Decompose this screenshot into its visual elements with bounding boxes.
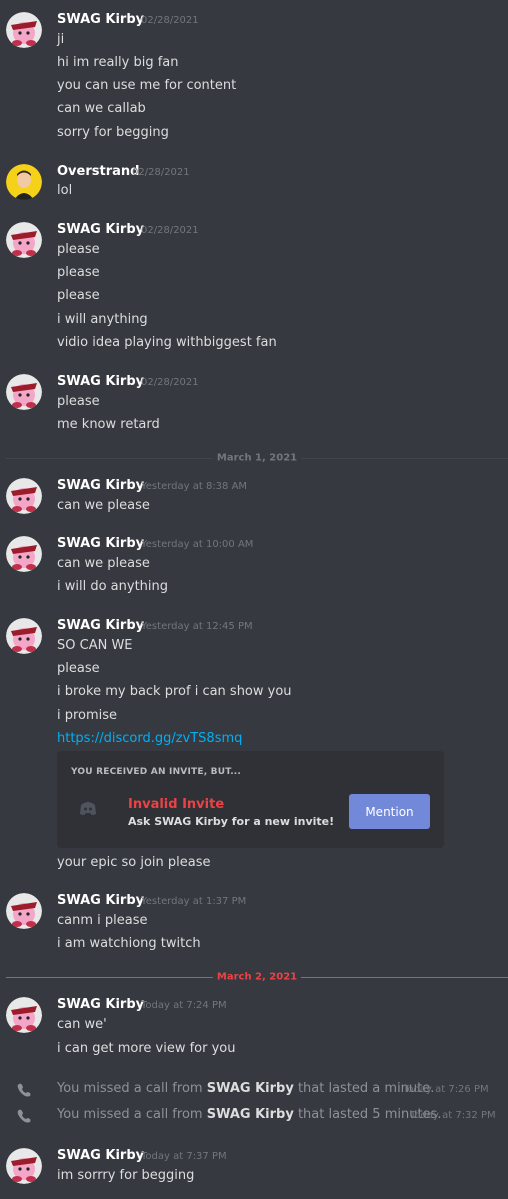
invite-title: Invalid Invite — [128, 797, 225, 812]
message-text: im sorrry for begging — [57, 1168, 195, 1183]
message-text: you can use me for content — [57, 78, 237, 93]
message-text: please — [57, 265, 100, 280]
timestamp: Yesterday at 8:38 AM — [141, 481, 248, 492]
message-text: lol — [57, 183, 73, 198]
invite-embed: YOU RECEIVED AN INVITE, BUT... Invalid I… — [57, 751, 444, 848]
new-messages-divider: March 2, 2021 — [6, 971, 508, 983]
message-text: i can get more view for you — [57, 1041, 236, 1056]
kirby-avatar-icon[interactable] — [6, 536, 42, 572]
message-text: can we please — [57, 498, 150, 513]
timestamp: Today at 7:37 PM — [141, 1151, 227, 1162]
kirby-avatar-icon[interactable] — [6, 997, 42, 1033]
message-text: please — [57, 242, 100, 257]
username[interactable]: SWAG Kirby — [57, 997, 144, 1012]
message-text: SO CAN WE — [57, 638, 133, 653]
message-text: please — [57, 394, 100, 409]
timestamp: Today at 7:32 PM — [410, 1110, 496, 1121]
username[interactable]: Overstrand — [57, 164, 139, 179]
message-text: hi im really big fan — [57, 55, 179, 70]
kirby-avatar-icon[interactable] — [6, 222, 42, 258]
date-divider-label: March 2, 2021 — [212, 971, 302, 983]
call-text: You missed a call from SWAG Kirby that l… — [57, 1107, 442, 1122]
invite-subtitle: Ask SWAG Kirby for a new invite! — [128, 815, 335, 828]
message-text: canm i please — [57, 913, 148, 928]
timestamp: 02/28/2021 — [141, 377, 199, 388]
message-text: please — [57, 288, 100, 303]
message-text: i broke my back prof i can show you — [57, 684, 292, 699]
kirby-avatar-icon[interactable] — [6, 374, 42, 410]
call-username[interactable]: SWAG Kirby — [207, 1081, 294, 1096]
message-text: can we callab — [57, 101, 146, 116]
message-text: i will anything — [57, 312, 148, 327]
timestamp: Yesterday at 1:37 PM — [141, 896, 247, 907]
message-text: i am watchiong twitch — [57, 936, 201, 951]
overstrand-avatar-icon[interactable] — [6, 164, 42, 200]
message-text: vidio idea playing withbiggest fan — [57, 335, 277, 350]
message-text: can we' — [57, 1017, 107, 1032]
kirby-avatar-icon[interactable] — [6, 893, 42, 929]
call-text: You missed a call from SWAG Kirby that l… — [57, 1081, 435, 1096]
timestamp: Yesterday at 10:00 AM — [141, 539, 254, 550]
kirby-avatar-icon[interactable] — [6, 478, 42, 514]
message-text: i promise — [57, 708, 118, 723]
date-divider-label: March 1, 2021 — [212, 452, 302, 464]
kirby-avatar-icon[interactable] — [6, 618, 42, 654]
username[interactable]: SWAG Kirby — [57, 618, 144, 633]
message-text: can we please — [57, 556, 150, 571]
date-divider: March 1, 2021 — [6, 452, 508, 464]
username[interactable]: SWAG Kirby — [57, 478, 144, 493]
timestamp: Yesterday at 12:45 PM — [141, 621, 253, 632]
discord-grey-icon — [77, 797, 99, 819]
mention-button[interactable]: Mention — [349, 794, 430, 829]
message-text: ji — [57, 32, 65, 47]
username[interactable]: SWAG Kirby — [57, 222, 144, 237]
username[interactable]: SWAG Kirby — [57, 12, 144, 27]
message-text: me know retard — [57, 417, 160, 432]
message-text: i will do anything — [57, 579, 169, 594]
timestamp: 02/28/2021 — [132, 167, 190, 178]
username[interactable]: SWAG Kirby — [57, 374, 144, 389]
username[interactable]: SWAG Kirby — [57, 536, 144, 551]
invite-link[interactable]: https://discord.gg/zvTS8smq — [57, 731, 242, 746]
username[interactable]: SWAG Kirby — [57, 1148, 144, 1163]
invite-header: YOU RECEIVED AN INVITE, BUT... — [71, 767, 242, 777]
call-username[interactable]: SWAG Kirby — [207, 1107, 294, 1122]
phone-icon — [16, 1082, 32, 1098]
message-text: sorry for begging — [57, 125, 169, 140]
message-text: please — [57, 661, 100, 676]
timestamp: Today at 7:26 PM — [403, 1084, 489, 1095]
timestamp: Today at 7:24 PM — [141, 1000, 227, 1011]
timestamp: 02/28/2021 — [141, 225, 199, 236]
username[interactable]: SWAG Kirby — [57, 893, 144, 908]
phone-icon — [16, 1108, 32, 1124]
kirby-avatar-icon[interactable] — [6, 12, 42, 48]
message-text: your epic so join please — [57, 855, 211, 870]
kirby-avatar-icon[interactable] — [6, 1148, 42, 1184]
timestamp: 02/28/2021 — [141, 15, 199, 26]
